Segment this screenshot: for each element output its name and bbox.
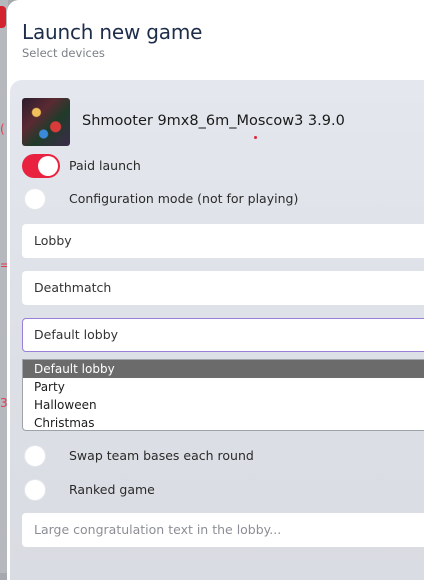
swap-bases-label: Swap team bases each round [69,448,254,463]
game-thumbnail [22,98,70,146]
background-mark: 3 [0,396,8,410]
lobby-option[interactable]: Christmas [23,414,424,430]
toggle-knob [25,189,45,209]
mode-select[interactable]: Lobby [22,224,424,258]
launch-game-modal: Launch new game Select devices Shmooter … [7,0,424,580]
lobby-option[interactable]: Default lobby [23,360,424,378]
background-mark: = [0,258,10,272]
lobby-dropdown-list: Default lobby Party Halloween Christmas [22,359,424,431]
ranked-game-toggle[interactable] [22,478,60,502]
modal-subtitle: Select devices [22,46,105,60]
game-type-select[interactable]: Deathmatch [22,271,424,305]
lobby-select[interactable]: Default lobby [22,318,424,352]
lobby-option[interactable]: Halloween [23,396,424,414]
toggle-knob [25,446,45,466]
game-name: Shmooter 9mx8_6m_Moscow3 3.9.0 [82,113,345,129]
config-mode-label: Configuration mode (not for playing) [69,191,299,206]
background-mark: ( [0,122,5,136]
swap-bases-toggle[interactable] [22,444,60,468]
congratulation-text-input[interactable]: Large congratulation text in the lobby..… [22,513,424,547]
paid-launch-toggle[interactable] [22,154,60,178]
config-mode-toggle[interactable] [22,187,60,211]
ranked-game-label: Ranked game [69,482,155,497]
toggle-knob [38,156,58,176]
toggle-knob [25,480,45,500]
status-dot [254,136,257,139]
lobby-option[interactable]: Party [23,378,424,396]
modal-title: Launch new game [22,20,203,44]
device-panel: Shmooter 9mx8_6m_Moscow3 3.9.0 Paid laun… [10,80,424,580]
paid-launch-label: Paid launch [69,158,141,173]
background-badge [0,6,6,28]
